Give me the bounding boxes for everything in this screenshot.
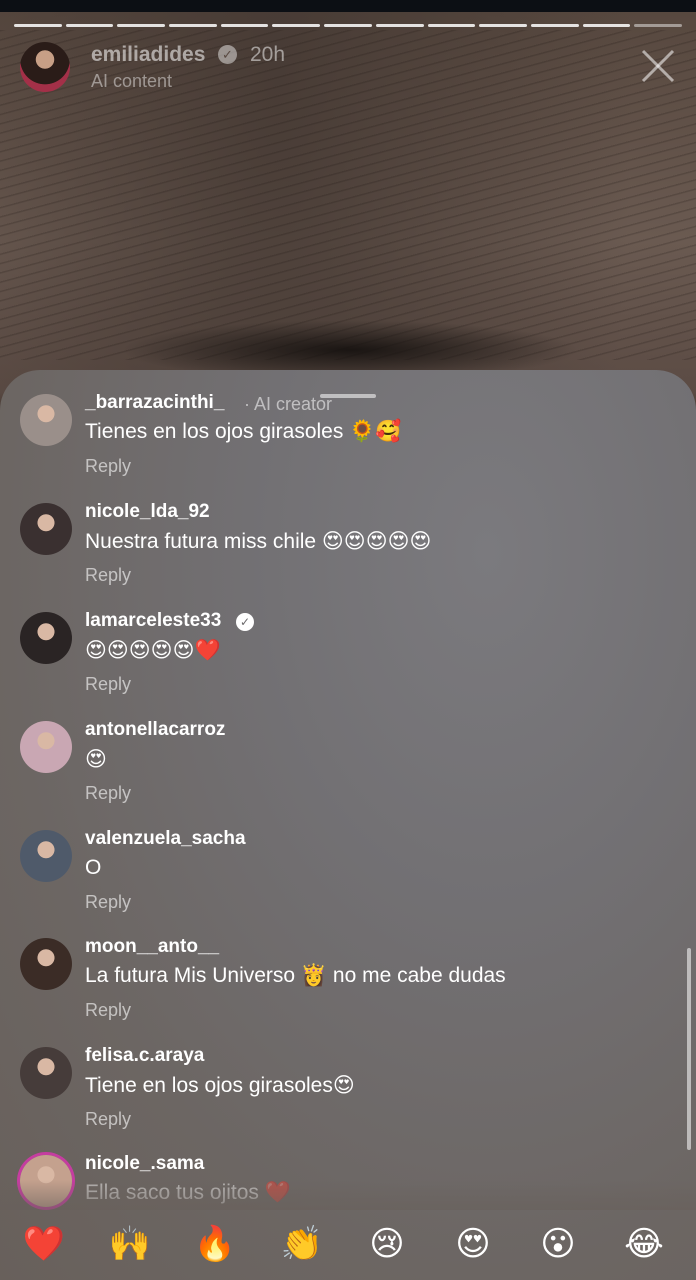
commenter-username[interactable]: felisa.c.araya	[85, 1045, 204, 1067]
story-author-username[interactable]: emiliadides	[91, 43, 205, 67]
quick-reactions-bar: ❤️ 🙌 🔥 👏 😢 😍 😮 😂	[0, 1214, 696, 1274]
commenter-username[interactable]: valenzuela_sacha	[85, 828, 246, 850]
story-progress-segment	[324, 24, 372, 27]
laughing-reaction-button[interactable]: 😂	[622, 1222, 666, 1266]
commenter-avatar[interactable]	[20, 394, 72, 446]
ai-content-label[interactable]: AI content	[91, 71, 172, 92]
reply-button[interactable]: Reply	[85, 456, 131, 477]
verified-badge-icon: ✓	[218, 45, 237, 64]
fire-reaction-button[interactable]: 🔥	[193, 1222, 237, 1266]
comment-item: nicole_lda_92 Nuestra futura miss chile 😍…	[0, 499, 696, 607]
comment-item: antonellacarroz 😍 Reply	[0, 717, 696, 825]
list-fade-overlay	[0, 1180, 696, 1210]
comment-text: Tiene en los ojos girasoles😍	[85, 1074, 355, 1097]
heart-eyes-reaction-button[interactable]: 😍	[451, 1222, 495, 1266]
comment-text: 😍😍😍😍😍❤️	[85, 639, 221, 662]
reply-button[interactable]: Reply	[85, 1109, 131, 1130]
story-progress-segment	[634, 24, 682, 27]
comment-text: Nuestra futura miss chile 😍😍😍😍😍	[85, 530, 432, 553]
surprised-reaction-button[interactable]: 😮	[536, 1222, 580, 1266]
story-progress-segment	[117, 24, 166, 27]
story-progress-segment	[220, 24, 269, 27]
comment-item: felisa.c.araya Tiene en los ojos girasole…	[0, 1043, 696, 1151]
commenter-username[interactable]: antonellacarroz	[85, 719, 225, 741]
story-progress-segment	[169, 24, 217, 27]
story-progress-segment	[479, 24, 527, 27]
comment-item: valenzuela_sacha O Reply	[0, 826, 696, 934]
raised-hands-reaction-button[interactable]: 🙌	[108, 1222, 152, 1266]
story-author-avatar[interactable]	[20, 42, 70, 92]
story-progress-segment	[65, 24, 114, 27]
story-progress-segment	[14, 24, 62, 27]
reply-button[interactable]: Reply	[85, 783, 131, 804]
verified-badge-icon: ✓	[236, 613, 254, 631]
reply-button[interactable]: Reply	[85, 565, 131, 586]
reply-button[interactable]: Reply	[85, 892, 131, 913]
comment-item: lamarceleste33 ✓ 😍😍😍😍😍❤️ Reply	[0, 608, 696, 716]
commenter-username[interactable]: moon__anto__	[85, 936, 219, 958]
story-progress-bar	[14, 24, 682, 27]
commenter-avatar[interactable]	[20, 830, 72, 882]
commenter-avatar[interactable]	[20, 1047, 72, 1099]
commenter-username[interactable]: lamarceleste33	[85, 610, 221, 632]
commenter-avatar[interactable]	[20, 612, 72, 664]
story-progress-segment	[375, 24, 424, 27]
commenter-username[interactable]: nicole_lda_92	[85, 501, 210, 523]
clap-reaction-button[interactable]: 👏	[280, 1222, 324, 1266]
comment-text: Tienes en los ojos girasoles 🌻🥰	[85, 420, 402, 443]
comment-text: 😍	[85, 748, 107, 771]
comment-text: La futura Mis Universo 👸 no me cabe duda…	[85, 964, 506, 987]
commenter-avatar[interactable]	[20, 503, 72, 555]
close-icon[interactable]	[640, 48, 676, 84]
story-header: emiliadides ✓ 20h AI content	[20, 40, 676, 96]
heart-reaction-button[interactable]: ❤️	[22, 1222, 66, 1266]
story-progress-segment	[427, 24, 476, 27]
reply-button[interactable]: Reply	[85, 674, 131, 695]
story-progress-segment	[582, 24, 631, 27]
commenter-username[interactable]: _barrazacinthi_	[85, 392, 224, 414]
ai-creator-tag: · AI creator	[244, 394, 333, 414]
commenter-avatar[interactable]	[20, 721, 72, 773]
reply-button[interactable]: Reply	[85, 1000, 131, 1021]
comment-item: _barrazacinthi_ · AI creator Tienes en los…	[0, 390, 696, 498]
commenter-avatar[interactable]	[20, 938, 72, 990]
story-timestamp: 20h	[250, 43, 286, 66]
story-progress-segment	[272, 24, 321, 27]
story-progress-segment	[530, 24, 579, 27]
comment-text: O	[85, 856, 102, 879]
crying-reaction-button[interactable]: 😢	[365, 1222, 409, 1266]
comment-item: moon__anto__ La futura Mis Universo 👸 no …	[0, 934, 696, 1042]
commenter-username[interactable]: nicole_.sama	[85, 1153, 204, 1175]
